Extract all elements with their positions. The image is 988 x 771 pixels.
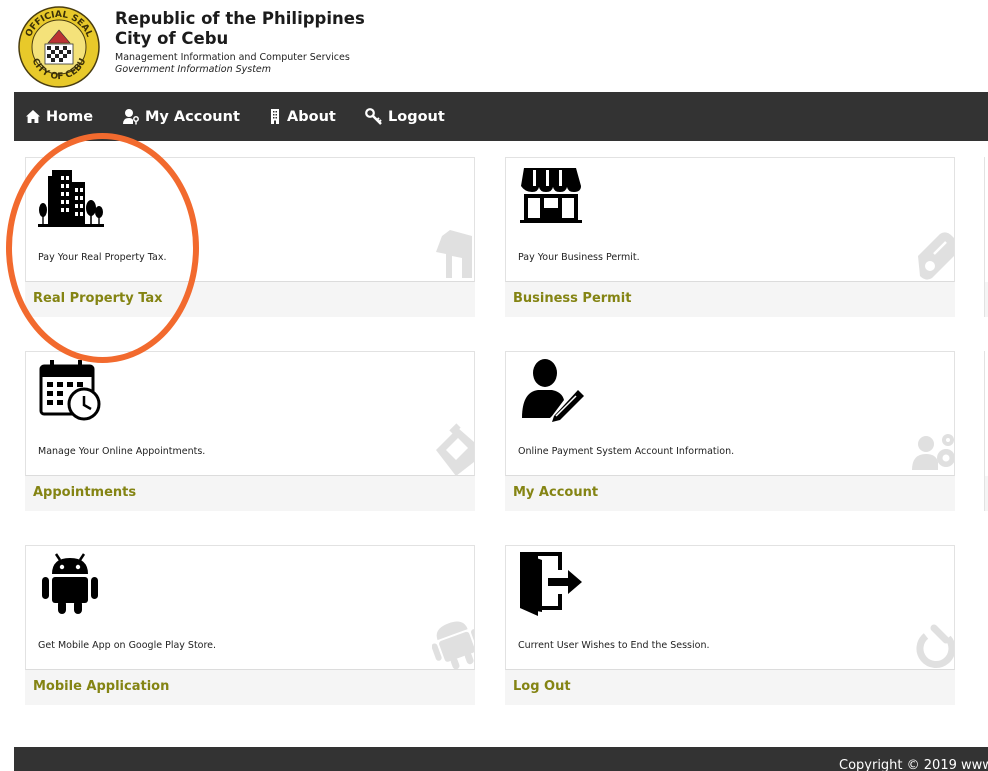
card-footer[interactable]: Real Property Tax — [25, 282, 475, 317]
card-footer[interactable]: Appointments — [25, 476, 475, 511]
user-key-icon — [123, 109, 139, 125]
page-header: OFFICIAL SEAL CITY OF CEBU Republic of t… — [0, 0, 988, 92]
nav-about-label: About — [287, 108, 336, 125]
card-body[interactable]: Online Payment System Account Informatio… — [505, 351, 955, 476]
android-bg-icon — [432, 621, 474, 670]
header-subtitle-system: Government Information System — [115, 64, 272, 75]
card-footer[interactable]: Mobile Application — [25, 670, 475, 705]
nav-logout[interactable]: Logout — [365, 92, 445, 141]
card-description: Current User Wishes to End the Session. — [518, 640, 710, 651]
card-title[interactable]: Appointments — [33, 485, 136, 500]
card-footer[interactable]: Log Out — [505, 670, 955, 705]
card-title[interactable]: Business Permit — [513, 291, 631, 306]
card-real-property-tax[interactable]: Pay Your Real Property Tax. Real Propert… — [25, 157, 475, 317]
nav-my-account-label: My Account — [145, 108, 240, 125]
card-log-out[interactable]: Current User Wishes to End the Session. … — [505, 545, 955, 705]
card-body[interactable]: Pay Your Business Permit. — [505, 157, 955, 282]
house-icon — [436, 230, 472, 278]
card-body[interactable]: Manage Your Online Appointments. — [25, 351, 475, 476]
card-mobile-application[interactable]: Get Mobile App on Google Play Store. Mob… — [25, 545, 475, 705]
certificate-icon — [918, 232, 954, 280]
card-my-account[interactable]: Online Payment System Account Informatio… — [505, 351, 955, 511]
power-icon — [916, 624, 954, 669]
buildings-icon — [38, 170, 104, 227]
calendar-icon — [436, 423, 474, 476]
card-title[interactable]: Real Property Tax — [33, 291, 163, 306]
card-description: Manage Your Online Appointments. — [38, 446, 206, 457]
home-icon — [26, 110, 40, 123]
calendar-clock-icon — [39, 360, 101, 421]
main-navbar: Home My Account About Logout — [14, 92, 988, 141]
card-footer[interactable]: Business Permit — [505, 282, 955, 317]
android-icon — [42, 553, 98, 614]
card-title[interactable]: Log Out — [513, 679, 571, 694]
store-icon — [520, 168, 582, 223]
card-footer[interactable]: My Account — [505, 476, 955, 511]
card-description: Online Payment System Account Informatio… — [518, 446, 735, 457]
nav-about[interactable]: About — [268, 92, 336, 141]
header-title-country: Republic of the Philippines — [115, 9, 365, 28]
card-body[interactable]: Pay Your Real Property Tax. — [25, 157, 475, 282]
card-description: Pay Your Business Permit. — [518, 252, 640, 263]
card-business-permit[interactable]: Pay Your Business Permit. Business Permi… — [505, 157, 955, 317]
city-seal-logo: OFFICIAL SEAL CITY OF CEBU — [18, 6, 100, 88]
card-body[interactable]: Get Mobile App on Google Play Store. — [25, 545, 475, 670]
card-body[interactable]: Current User Wishes to End the Session. — [505, 545, 955, 670]
header-title-city: City of Cebu — [115, 29, 229, 48]
nav-my-account[interactable]: My Account — [122, 92, 240, 141]
card-title[interactable]: Mobile Application — [33, 679, 169, 694]
card-partial-edge[interactable] — [984, 351, 988, 511]
user-edit-icon — [522, 359, 584, 422]
header-title-block: Republic of the Philippines City of Cebu… — [115, 9, 365, 76]
building-icon — [271, 109, 279, 124]
user-gear-icon — [912, 434, 954, 470]
card-appointments[interactable]: Manage Your Online Appointments. Appoint… — [25, 351, 475, 511]
footer-copyright: Copyright © 2019 www — [839, 758, 988, 771]
exit-door-icon — [520, 552, 582, 616]
nav-home-label: Home — [46, 108, 94, 125]
card-description: Get Mobile App on Google Play Store. — [38, 640, 217, 651]
nav-home[interactable]: Home — [25, 92, 93, 141]
card-partial-edge[interactable] — [984, 157, 988, 317]
nav-logout-label: Logout — [388, 108, 445, 125]
card-title[interactable]: My Account — [513, 485, 598, 500]
header-subtitle-office: Management Information and Computer Serv… — [115, 52, 350, 63]
key-icon — [365, 108, 382, 125]
card-description: Pay Your Real Property Tax. — [38, 252, 167, 263]
page-footer: Copyright © 2019 www — [14, 747, 988, 771]
